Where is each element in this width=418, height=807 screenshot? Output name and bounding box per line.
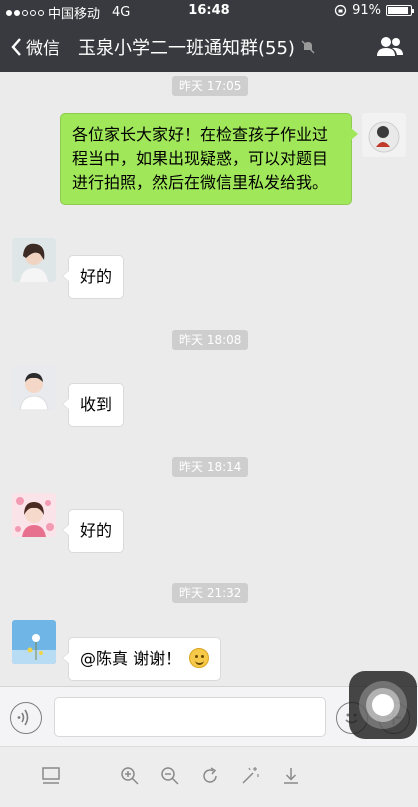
timestamp: 昨天 18:14	[172, 457, 249, 477]
group-name: 玉泉小学二一班通知群(55)	[78, 38, 295, 59]
assistive-touch-button[interactable]	[349, 671, 417, 739]
image-toolbar	[0, 746, 418, 807]
voice-icon[interactable]	[10, 702, 42, 734]
screen-icon[interactable]	[40, 765, 62, 787]
member-avatar[interactable]	[12, 493, 56, 537]
zoom-in-icon[interactable]	[119, 765, 141, 787]
my-avatar[interactable]	[362, 113, 406, 157]
chat-area[interactable]: 昨天 17:05 各位家长大家好！在检查孩子作业过程当中，如果出现疑惑，可以对题…	[0, 72, 418, 686]
member-avatar[interactable]	[12, 366, 56, 410]
status-bar: 中国移动 4G 16:48 91%	[0, 0, 418, 22]
battery-label: 91%	[352, 3, 381, 18]
message-input[interactable]	[54, 697, 326, 737]
back-label: 微信	[26, 39, 60, 59]
incoming-message[interactable]: 收到	[61, 383, 125, 427]
zoom-out-icon[interactable]	[159, 765, 181, 787]
timestamp: 昨天 21:32	[172, 583, 249, 603]
battery-icon	[386, 5, 414, 16]
assistive-center	[372, 694, 394, 716]
incoming-message[interactable]: 好的	[61, 509, 125, 553]
incoming-message[interactable]: @陈真 谢谢！	[61, 637, 222, 681]
chat-header: 微信 玉泉小学二一班通知群(55)	[0, 22, 418, 72]
magic-wand-icon[interactable]	[239, 765, 261, 787]
smile-emoji-icon	[189, 647, 210, 668]
status-right: 91%	[334, 3, 414, 18]
rotation-lock-icon	[334, 4, 347, 17]
rotate-icon[interactable]	[199, 765, 221, 787]
member-avatar[interactable]	[12, 238, 56, 282]
mute-bell-icon	[301, 40, 315, 54]
group-members-icon[interactable]	[376, 36, 404, 62]
chat-title: 玉泉小学二一班通知群(55)	[78, 34, 315, 60]
message-text: @陈真 谢谢！	[80, 649, 182, 668]
timestamp: 昨天 18:08	[172, 330, 249, 350]
outgoing-message[interactable]: 各位家长大家好！在检查孩子作业过程当中，如果出现疑惑，可以对题目进行拍照，然后在…	[60, 113, 358, 205]
chevron-left-icon	[11, 37, 21, 56]
download-icon[interactable]	[280, 765, 302, 787]
incoming-message[interactable]: 好的	[61, 255, 125, 299]
timestamp: 昨天 17:05	[172, 76, 249, 96]
member-avatar[interactable]	[12, 620, 56, 664]
back-button[interactable]: 微信	[10, 34, 60, 59]
